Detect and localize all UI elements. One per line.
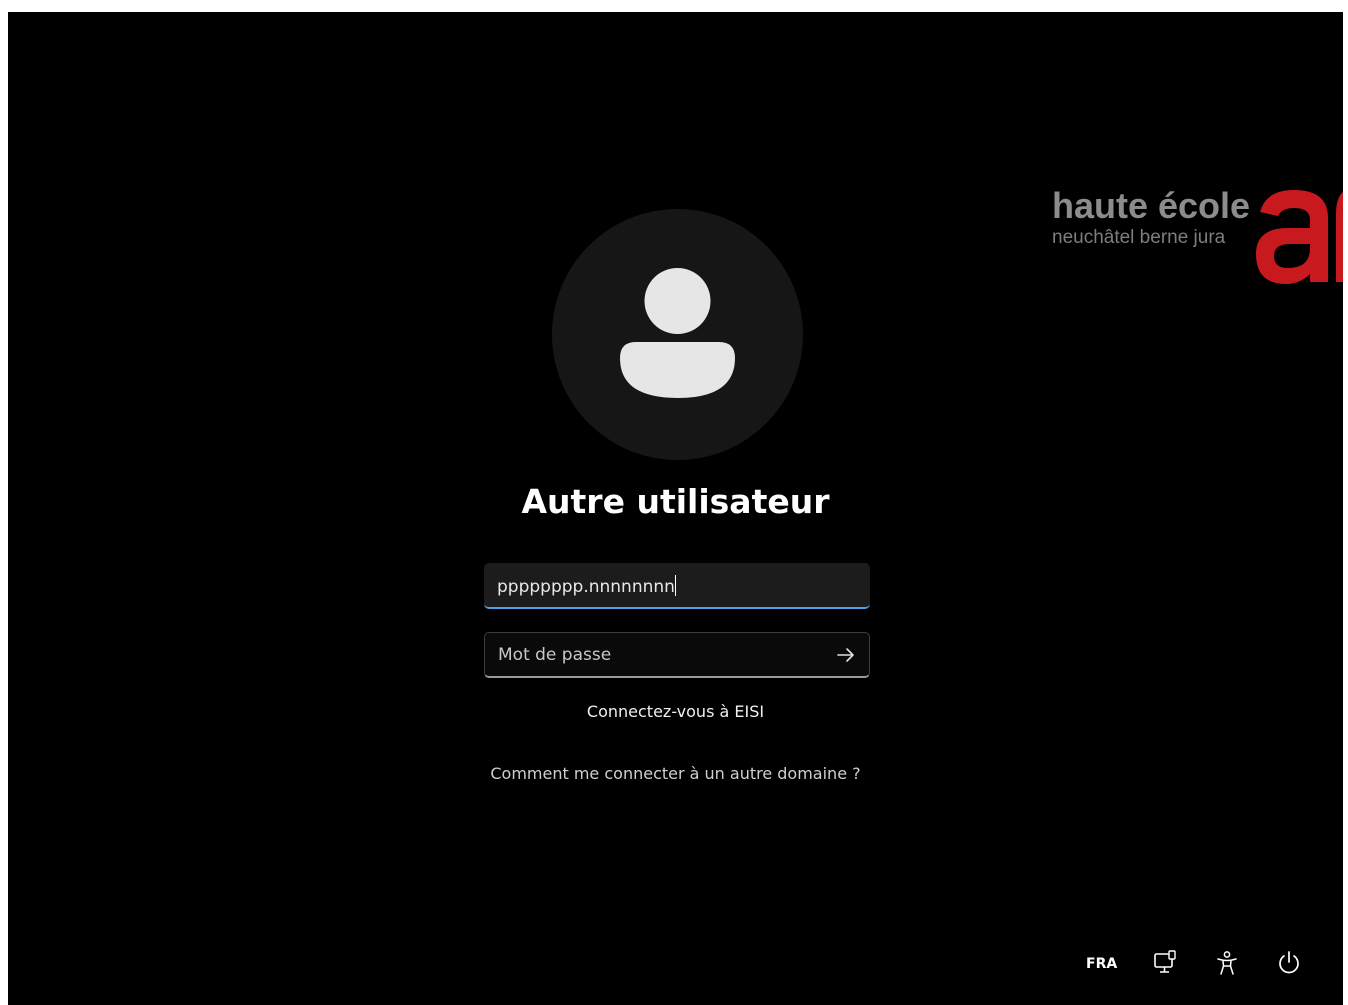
logo-title: haute école [1052, 185, 1251, 226]
username-value[interactable]: pppppppp.nnnnnnnn [497, 575, 676, 598]
user-silhouette-icon [620, 268, 735, 398]
arrow-right-icon[interactable] [835, 644, 857, 666]
accessibility-icon[interactable] [1214, 949, 1240, 977]
user-avatar [552, 209, 803, 460]
username-field[interactable]: pppppppp.nnnnnnnn [484, 563, 870, 609]
password-field[interactable]: Mot de passe [484, 632, 870, 678]
language-indicator[interactable]: FRA [1086, 955, 1117, 985]
password-placeholder: Mot de passe [498, 645, 612, 665]
user-display-name: Autre utilisateur [521, 482, 830, 521]
institution-logo: haute école neuchâtel berne jura [1052, 184, 1343, 294]
text-caret [674, 575, 676, 596]
lock-screen: haute école neuchâtel berne jura Autre u… [8, 12, 1343, 1005]
domain-label: Connectez-vous à EISI [586, 702, 765, 721]
logo-subtitle: neuchâtel berne jura [1052, 227, 1226, 248]
network-icon[interactable] [1152, 949, 1178, 977]
other-domain-link[interactable]: Comment me connecter à un autre domaine … [8, 763, 1343, 785]
logo-mark-icon [1256, 190, 1343, 284]
power-icon[interactable] [1276, 949, 1302, 977]
